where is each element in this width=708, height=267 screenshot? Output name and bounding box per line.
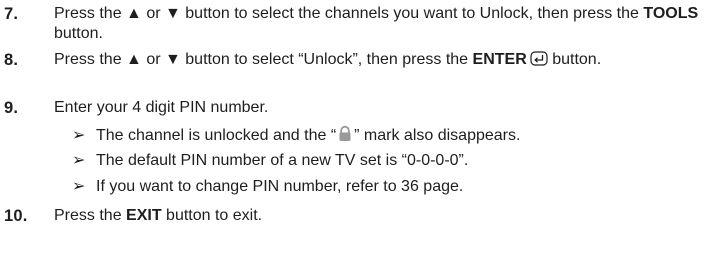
step-number: 8. [4,51,19,69]
note-default-pin: ➢ The default PIN number of a new TV set … [72,152,469,169]
enter-button-label: ENTER [472,51,527,68]
note-marker-icon: ➢ [72,127,86,144]
exit-button-label: EXIT [126,207,162,224]
step-number: 9. [4,99,19,117]
step-number: 10. [4,207,28,225]
note-marker-icon: ➢ [72,152,86,169]
note-change-pin: ➢ If you want to change PIN number, refer… [72,178,464,195]
note-marker-icon: ➢ [72,178,86,195]
step-text: Press the EXIT button to exit. [54,207,263,224]
step-number: 7. [4,5,19,23]
enter-icon [530,51,548,72]
step-text: Enter your 4 digit PIN number. [54,99,269,116]
step-text: Press the ▲ or ▼ button to select “Unloc… [54,50,700,72]
step-text: Press the ▲ or ▼ button to select the ch… [54,5,699,42]
tools-button-label: TOOLS [643,5,699,22]
note-channel-unlocked: ➢ The channel is unlocked and the “” mark… [72,125,520,148]
lock-icon [338,125,352,148]
